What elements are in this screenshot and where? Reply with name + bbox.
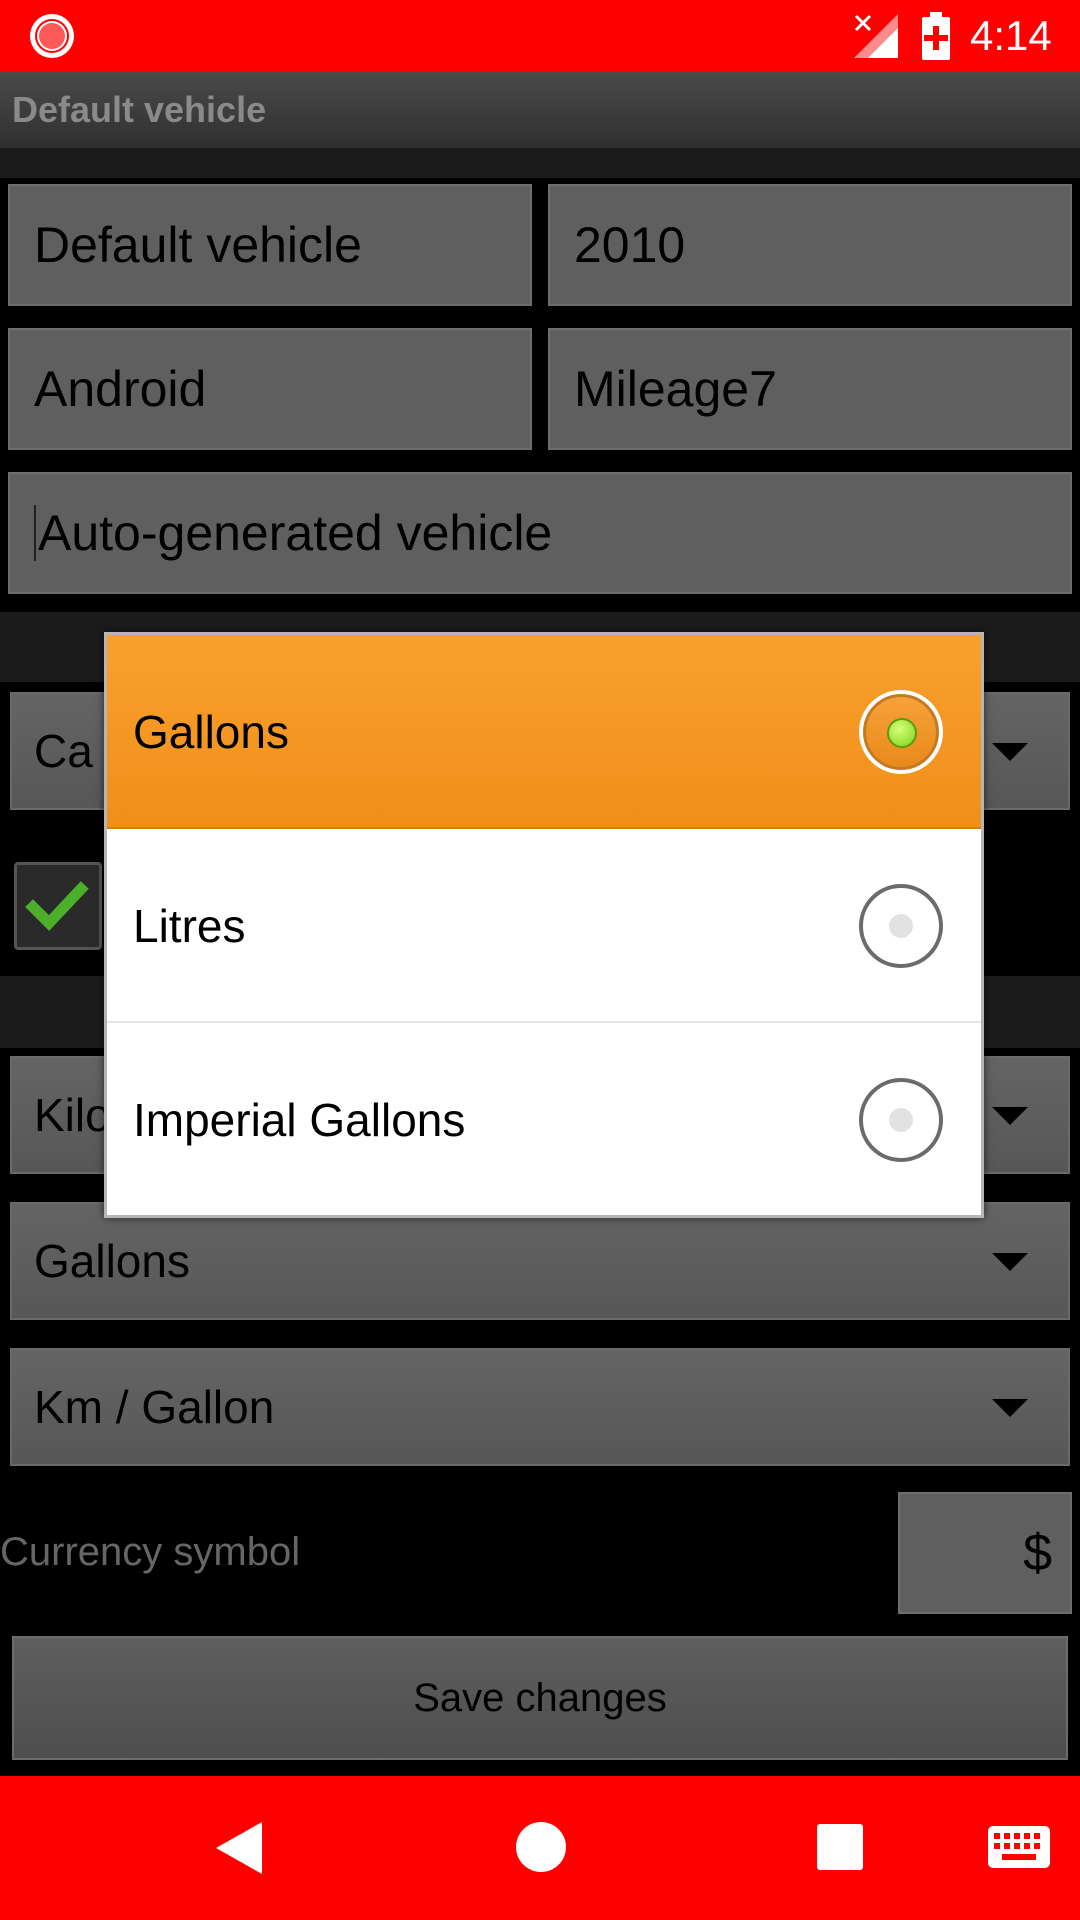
option-label: Litres — [133, 900, 246, 952]
text-cursor — [34, 505, 36, 561]
option-label: Gallons — [133, 706, 289, 758]
signal-icon — [854, 14, 898, 58]
volume-unit-dialog: Gallons Litres Imperial Gallons — [104, 632, 984, 1218]
description-text: Auto-generated vehicle — [38, 505, 553, 561]
save-button[interactable]: Save changes — [12, 1636, 1068, 1760]
chevron-down-icon — [992, 1399, 1028, 1417]
volume-unit-spinner[interactable]: Gallons — [10, 1202, 1070, 1320]
checkmark-icon — [25, 881, 89, 931]
description-field[interactable]: Auto-generated vehicle — [8, 472, 1072, 594]
option-litres[interactable]: Litres — [107, 829, 981, 1023]
page-title: Default vehicle — [12, 89, 267, 130]
currency-field[interactable]: $ — [898, 1492, 1072, 1614]
home-icon[interactable] — [516, 1822, 566, 1872]
recents-icon[interactable] — [817, 1824, 863, 1870]
option-gallons[interactable]: Gallons — [107, 635, 981, 829]
option-imperial-gallons[interactable]: Imperial Gallons — [107, 1023, 981, 1217]
make-field[interactable]: Android — [8, 328, 532, 450]
chevron-down-icon — [992, 743, 1028, 761]
radio-unselected-icon[interactable] — [859, 1078, 943, 1162]
active-checkbox[interactable] — [14, 862, 102, 950]
record-icon — [30, 14, 74, 58]
clock: 4:14 — [970, 12, 1052, 59]
chevron-down-icon — [992, 1107, 1028, 1125]
economy-unit-value: Km / Gallon — [34, 1381, 275, 1433]
model-field[interactable]: Mileage7 — [548, 328, 1072, 450]
radio-selected-icon[interactable] — [859, 690, 943, 774]
section-header-details — [0, 148, 1080, 178]
currency-label: Currency symbol — [0, 1530, 301, 1574]
keyboard-icon[interactable] — [988, 1826, 1050, 1868]
vehicle-type-value: Ca — [34, 725, 93, 777]
keyboard-keys — [994, 1833, 1040, 1860]
back-icon[interactable] — [216, 1822, 262, 1874]
vehicle-name-field[interactable]: Default vehicle — [8, 184, 532, 306]
year-field[interactable]: 2010 — [548, 184, 1072, 306]
volume-unit-value: Gallons — [34, 1235, 190, 1287]
economy-unit-spinner[interactable]: Km / Gallon — [10, 1348, 1070, 1466]
battery-icon — [922, 12, 950, 60]
chevron-down-icon — [992, 1253, 1028, 1271]
option-label: Imperial Gallons — [133, 1094, 466, 1146]
radio-unselected-icon[interactable] — [859, 884, 943, 968]
distance-unit-value: Kilo — [34, 1089, 111, 1141]
status-bar — [0, 0, 1080, 72]
